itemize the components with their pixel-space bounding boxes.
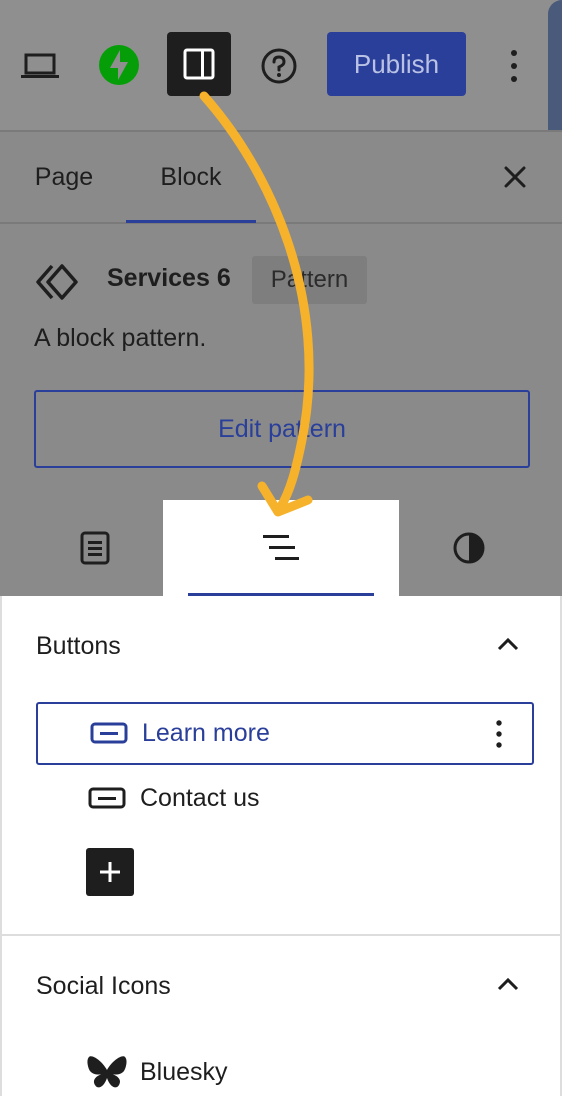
button-block-icon (90, 722, 128, 744)
active-tab-indicator (126, 220, 256, 223)
tab-page[interactable]: Page (14, 132, 114, 222)
window-edge (548, 0, 562, 130)
tab-list-view[interactable] (163, 500, 399, 596)
item-options-button[interactable] (484, 712, 514, 756)
list-item-contact-us[interactable]: Contact us (36, 772, 534, 828)
styles-icon (453, 532, 485, 564)
pattern-badge: Pattern (252, 256, 367, 304)
collapse-social-icons-toggle[interactable] (490, 966, 526, 1002)
button-block-icon (88, 787, 126, 809)
laptop-icon (21, 53, 59, 78)
help-circle-icon (261, 48, 297, 84)
list-view-panel: Buttons Learn more Contact us Social Ico… (0, 596, 562, 1096)
close-icon (504, 166, 526, 188)
social-icons-group-title[interactable]: Social Icons (36, 972, 171, 1001)
list-item-label: Learn more (142, 719, 270, 747)
section-divider (2, 934, 562, 936)
sidebar-toggle-icon (183, 48, 215, 80)
tab-block[interactable]: Block (126, 132, 256, 222)
bluesky-butterfly-icon (86, 1054, 128, 1092)
edit-pattern-button[interactable]: Edit pattern (34, 390, 530, 468)
buttons-group-title[interactable]: Buttons (36, 632, 121, 661)
add-block-button[interactable] (86, 848, 134, 896)
more-options-button[interactable] (492, 38, 536, 94)
chevron-up-icon (497, 637, 519, 651)
settings-icon (80, 531, 110, 565)
collapse-buttons-toggle[interactable] (490, 626, 526, 662)
plus-icon (100, 862, 120, 882)
help-button[interactable] (254, 38, 304, 94)
list-item-learn-more[interactable]: Learn more (36, 702, 534, 765)
jetpack-button[interactable] (96, 42, 142, 88)
pattern-icon (34, 262, 80, 302)
tab-styles[interactable] (434, 500, 504, 596)
close-sidebar-button[interactable] (492, 154, 538, 200)
settings-sidebar-toggle[interactable] (167, 32, 231, 96)
block-inspector-tabs (0, 500, 562, 596)
sidebar-tabs: Page Block (0, 130, 562, 224)
block-description: A block pattern. (34, 324, 207, 352)
list-item-label: Contact us (140, 784, 260, 812)
editor-toolbar: Publish (0, 0, 562, 130)
list-view-icon (263, 535, 299, 560)
list-item-bluesky[interactable]: Bluesky (36, 1050, 534, 1096)
block-title: Services 6 (107, 264, 231, 292)
more-vertical-icon (496, 720, 502, 748)
list-item-label: Bluesky (140, 1058, 228, 1086)
more-vertical-icon (511, 50, 517, 82)
publish-button[interactable]: Publish (327, 32, 466, 96)
tab-settings[interactable] (60, 500, 130, 596)
chevron-up-icon (497, 977, 519, 991)
device-preview-button[interactable] (12, 38, 68, 94)
jetpack-bolt-icon (99, 45, 139, 85)
block-card: Services 6 Pattern A block pattern. Edit… (0, 224, 562, 500)
